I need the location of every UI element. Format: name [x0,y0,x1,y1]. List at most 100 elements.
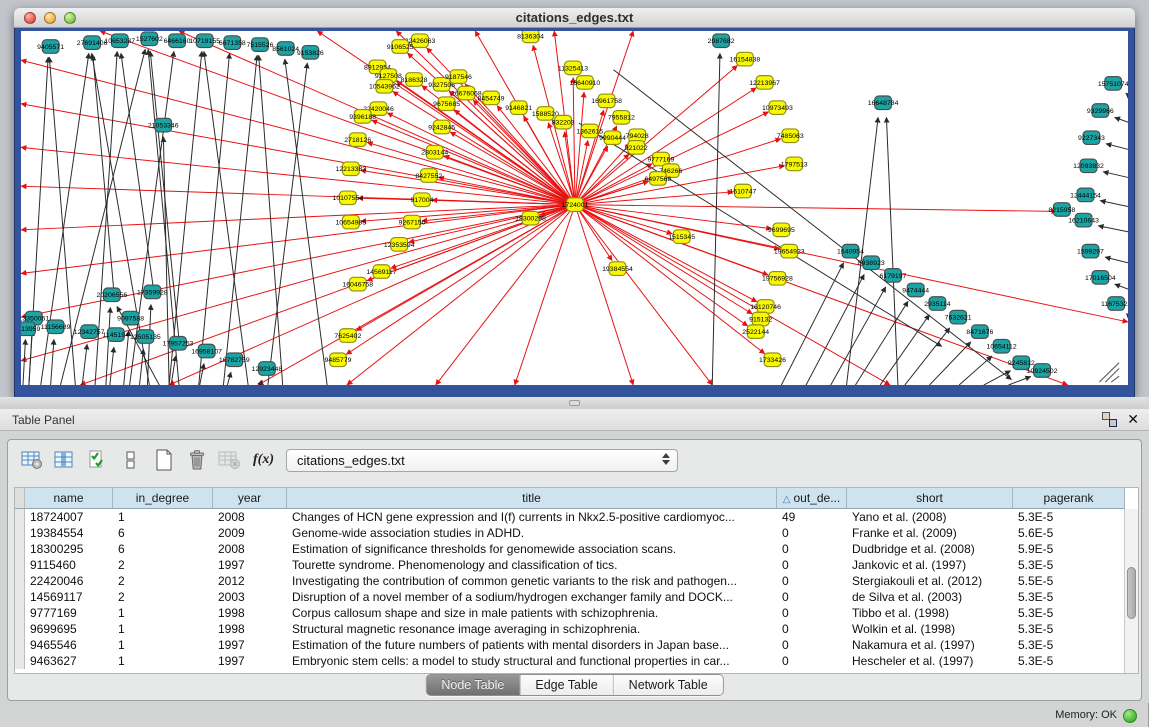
table-cell[interactable]: 1997 [213,653,287,669]
table-cell[interactable]: 1 [113,637,213,653]
table-cell[interactable]: 1997 [213,637,287,653]
graph-node[interactable]: 18300295 [515,211,546,225]
table-cell[interactable]: 19384554 [25,525,113,541]
table-scrollbar[interactable] [1124,509,1138,673]
table-cell[interactable]: 0 [777,557,847,573]
table-cell[interactable]: Corpus callosum shape and size in male p… [287,605,777,621]
column-header-year[interactable]: year [213,488,287,509]
graph-node[interactable]: 21053346 [148,118,179,132]
graph-node[interactable]: 12093832 [1073,159,1104,173]
graph-node[interactable]: 16961758 [591,94,622,108]
table-cell[interactable]: 0 [777,605,847,621]
graph-node[interactable]: 12505135 [130,330,161,344]
table-cell[interactable]: 5.9E-5 [1013,541,1125,557]
graph-node[interactable]: 9405571 [37,40,64,54]
table-cell[interactable]: Estimation of significance thresholds fo… [287,541,777,557]
show-columns-icon[interactable] [53,448,77,472]
table-cell[interactable]: 1 [113,509,213,525]
table-row[interactable]: 911546021997Tourette syndrome. Phenomeno… [15,557,1138,573]
table-cell[interactable]: Hescheler et al. (1997) [847,653,1013,669]
table-cell[interactable]: 6 [113,541,213,557]
table-cell[interactable]: 5.6E-5 [1013,525,1125,541]
graph-node[interactable]: 10719155 [189,34,220,48]
graph-node[interactable]: 7515526 [247,38,274,52]
table-row[interactable]: 977716911998Corpus callosum shape and si… [15,605,1138,621]
graph-node[interactable]: 9153826 [297,46,324,60]
minimize-window-icon[interactable] [44,12,56,24]
table-cell[interactable]: 6 [113,525,213,541]
graph-node[interactable]: 9474444 [902,283,929,297]
table-cell[interactable]: 5.3E-5 [1013,605,1125,621]
zoom-window-icon[interactable] [64,12,76,24]
table-cell[interactable]: 0 [777,589,847,605]
table-cell[interactable]: Jankovic et al. (1997) [847,557,1013,573]
function-builder-icon[interactable]: f(x) [253,452,274,468]
graph-node[interactable]: 2935114 [924,297,951,311]
table-cell[interactable]: 2008 [213,509,287,525]
graph-node[interactable]: 10653287 [104,34,135,48]
graph-node[interactable]: 8215958 [1048,203,1075,217]
graph-node[interactable]: 9699695 [768,223,795,237]
graph-node[interactable]: 19384554 [602,262,633,276]
table-cell[interactable]: de Silva et al. (2003) [847,589,1013,605]
graph-node[interactable]: 7955812 [608,111,635,125]
graph-node[interactable]: 2522144 [742,325,769,339]
canvas-resize-grip[interactable] [1099,363,1119,382]
table-cell[interactable]: Genome-wide association studies in ADHD. [287,525,777,541]
graph-node[interactable]: 9267150 [399,215,426,229]
table-scrollbar-thumb[interactable] [1127,567,1136,619]
graph-node[interactable]: 9329966 [1087,104,1114,118]
graph-node[interactable]: 6466160 [164,34,191,48]
graph-node[interactable]: 8136304 [517,31,544,43]
table-cell[interactable]: 0 [777,653,847,669]
table-cell[interactable]: 5.3E-5 [1013,621,1125,637]
graph-node[interactable]: 11675322 [1101,297,1128,311]
graph-node[interactable]: 1797513 [781,157,808,171]
table-row[interactable]: 946554611997Estimation of the future num… [15,637,1138,653]
graph-node[interactable]: 917004 [410,193,433,207]
table-cell[interactable]: Stergiakouli et al. (2012) [847,573,1013,589]
tab-network-table[interactable]: Network Table [614,675,723,695]
graph-node[interactable]: 921022 [625,141,648,155]
table-cell[interactable]: 2 [113,589,213,605]
graph-node[interactable]: 12444154 [1070,188,1101,202]
graph-node[interactable]: 15751074 [1098,77,1128,91]
column-header-name[interactable]: name [25,488,113,509]
table-row[interactable]: 1938455462009Genome-wide association stu… [15,525,1138,541]
graph-node[interactable]: 8471676 [966,325,993,339]
column-header-in_degree[interactable]: in_degree [113,488,213,509]
graph-node[interactable]: 2087682 [708,34,735,48]
table-row[interactable]: 1830029562008Estimation of significance … [15,541,1138,557]
table-cell[interactable]: 2003 [213,589,287,605]
network-graph[interactable]: 9405571276914061065328715276026466160107… [21,31,1128,385]
table-cell[interactable]: 5.3E-5 [1013,637,1125,653]
column-header-short[interactable]: short [847,488,1013,509]
table-cell[interactable]: Wolkin et al. (1998) [847,621,1013,637]
graph-node[interactable]: 10107554 [333,191,364,205]
graph-node[interactable]: 7632621 [945,310,972,324]
graph-node[interactable]: 12353594 [384,238,415,252]
table-cell[interactable]: 49 [777,509,847,525]
table-cell[interactable]: 0 [777,525,847,541]
table-cell[interactable]: Changes of HCN gene expression and I(f) … [287,509,777,525]
network-canvas[interactable]: 9405571276914061065328715276026466160107… [21,31,1128,385]
graph-node[interactable]: 10654112 [986,339,1016,353]
horizontal-splitter[interactable] [0,397,1149,409]
graph-node[interactable]: 9242845 [428,120,455,134]
table-cell[interactable]: 9465546 [25,637,113,653]
table-cell[interactable]: Structural magnetic resonance image aver… [287,621,777,637]
tab-node-table[interactable]: Node Table [426,675,520,695]
table-cell[interactable]: 9777169 [25,605,113,621]
column-header-pagerank[interactable]: pagerank [1013,488,1125,509]
tab-edge-table[interactable]: Edge Table [520,675,613,695]
table-cell[interactable]: Tibbo et al. (1998) [847,605,1013,621]
graph-node[interactable]: 6671358 [219,36,246,50]
close-panel-icon[interactable]: ✕ [1127,412,1139,427]
create-column-icon[interactable] [152,448,176,472]
table-row[interactable]: 946362711997Embryonic stem cells: a mode… [15,653,1138,669]
table-selector-dropdown[interactable]: citations_edges.txt [286,449,678,472]
table-cell[interactable]: 1997 [213,557,287,573]
table-cell[interactable]: 14569117 [25,589,113,605]
graph-node[interactable]: 10654985 [335,215,366,229]
network-window-titlebar[interactable]: citations_edges.txt [14,8,1135,28]
